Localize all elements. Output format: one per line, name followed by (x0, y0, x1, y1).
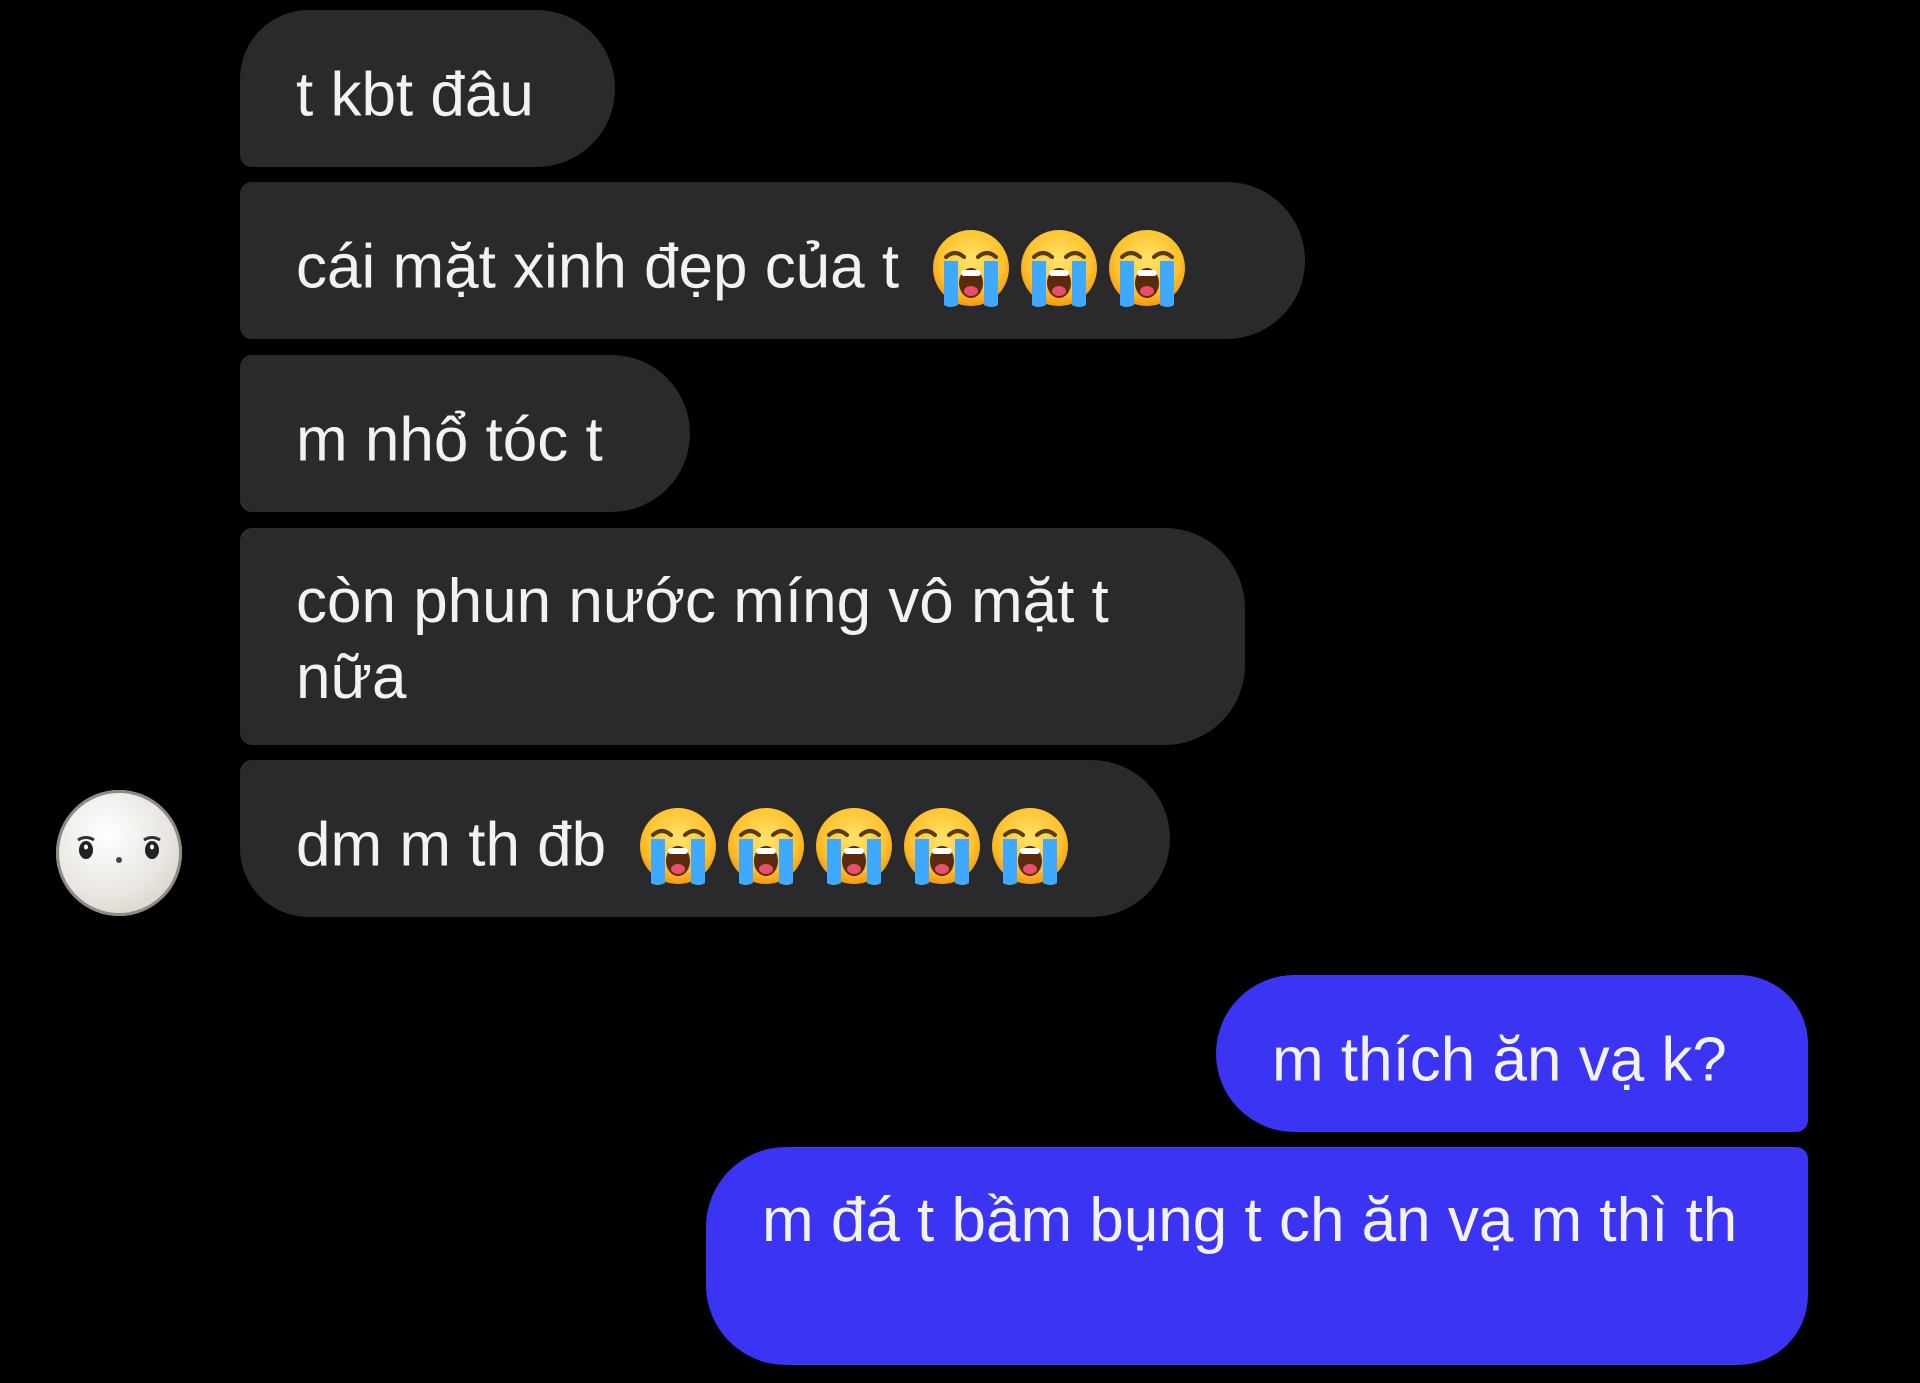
message-text: cái mặt xinh đẹp của t (296, 232, 900, 302)
loudly-crying-face-icon (725, 805, 807, 887)
contact-avatar[interactable] (56, 790, 182, 916)
loudly-crying-face-icon (989, 805, 1071, 887)
message-text: m thích ăn vạ k? (1272, 1025, 1727, 1095)
message-bubble-incoming[interactable]: t kbt đâu (240, 10, 615, 167)
loudly-crying-face-icon (1106, 227, 1188, 309)
loudly-crying-face-icon (1018, 227, 1100, 309)
emoji-group (637, 804, 1077, 887)
loudly-crying-face-icon (637, 805, 719, 887)
loudly-crying-face-icon (813, 805, 895, 887)
message-text: còn phun nước míng vô mặt t nữa (296, 567, 1109, 712)
message-bubble-incoming[interactable]: cái mặt xinh đẹp của t (240, 182, 1305, 339)
loudly-crying-face-icon (930, 227, 1012, 309)
ghost-face-avatar-icon (77, 836, 161, 863)
message-text: t kbt đâu (296, 60, 534, 130)
message-bubble-incoming[interactable]: dm m th đb (240, 760, 1170, 917)
message-bubble-incoming[interactable]: còn phun nước míng vô mặt t nữa (240, 528, 1245, 745)
message-text: m đá t bầm bụng t ch ăn vạ m thì th (762, 1186, 1738, 1255)
message-text: m nhổ tóc t (296, 405, 603, 475)
emoji-group (930, 226, 1194, 309)
message-bubble-outgoing[interactable]: m thích ăn vạ k? (1216, 975, 1808, 1132)
message-bubble-incoming[interactable]: m nhổ tóc t (240, 355, 690, 512)
message-text: dm m th đb (296, 810, 607, 880)
loudly-crying-face-icon (901, 805, 983, 887)
chat-thread[interactable]: t kbt đâu cái mặt xinh đẹp của t m nhổ t… (0, 0, 1920, 1383)
message-bubble-outgoing[interactable]: m đá t bầm bụng t ch ăn vạ m thì th (706, 1147, 1808, 1365)
